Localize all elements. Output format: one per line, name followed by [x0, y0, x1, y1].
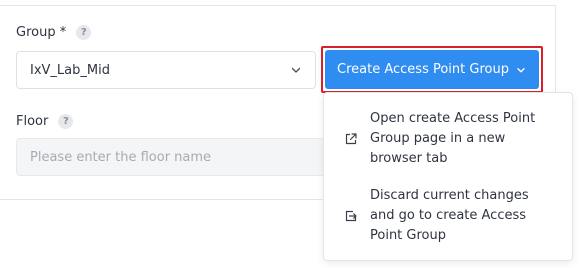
group-label: Group * [16, 25, 67, 40]
external-link-icon [345, 133, 357, 145]
group-select[interactable]: IxV_Lab_Mid [16, 51, 316, 89]
group-help-icon[interactable]: ? [76, 25, 92, 40]
chevron-down-icon [291, 67, 301, 73]
create-button-highlight: Create Access Point Group [321, 46, 543, 93]
floor-label-row: Floor ? [16, 114, 74, 129]
group-selected-value: IxV_Lab_Mid [30, 62, 110, 78]
create-button-label: Create Access Point Group [337, 62, 509, 77]
floor-placeholder: Please enter the floor name [30, 149, 212, 165]
floor-help-icon[interactable]: ? [58, 114, 74, 129]
menu-item-label: Discard current changes and go to create… [370, 188, 529, 243]
create-access-point-group-button[interactable]: Create Access Point Group [325, 50, 539, 89]
exit-icon [345, 210, 357, 222]
floor-input[interactable]: Please enter the floor name [16, 138, 346, 176]
group-label-row: Group * ? [16, 25, 92, 40]
floor-label: Floor [16, 114, 49, 129]
chevron-down-icon [517, 67, 525, 72]
menu-item-label: Open create Access Point Group page in a… [370, 111, 536, 166]
menu-item-open-new-tab[interactable]: Open create Access Point Group page in a… [324, 109, 572, 169]
create-dropdown-menu: Open create Access Point Group page in a… [323, 92, 573, 261]
menu-item-discard-and-create[interactable]: Discard current changes and go to create… [324, 186, 572, 246]
